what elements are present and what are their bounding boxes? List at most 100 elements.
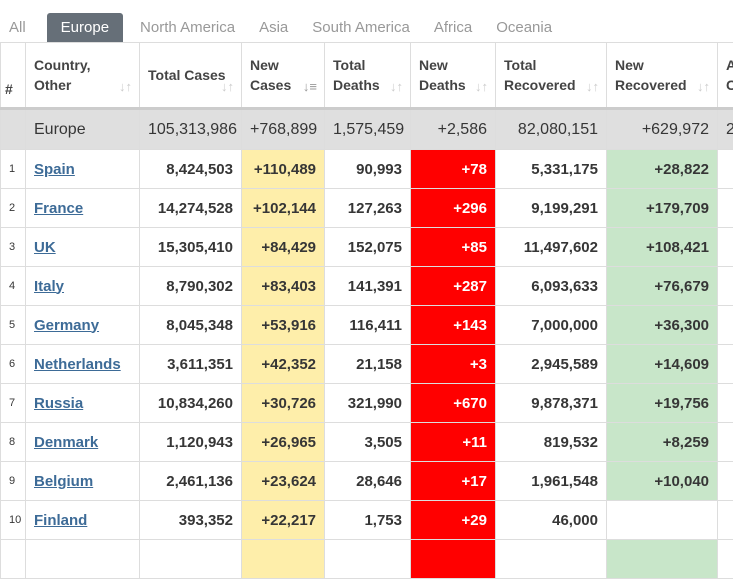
tab-north-america[interactable]: North America (131, 13, 244, 43)
cell-new-deaths: +296 (411, 189, 496, 228)
cell-total-cases: 393,352 (140, 501, 242, 540)
tab-all[interactable]: All (0, 13, 35, 43)
country-link[interactable]: Italy (34, 278, 64, 295)
cell-new-recovered: +108,421 (607, 228, 718, 267)
cell-country: France (26, 189, 140, 228)
cell-active-cases (718, 540, 733, 579)
cell-total-cases: 2,461,136 (140, 462, 242, 501)
country-link[interactable]: Germany (34, 317, 99, 334)
cell-total-deaths: 321,990 (325, 384, 411, 423)
cell-total-deaths: 21,158 (325, 345, 411, 384)
sort-icon[interactable]: ↓↑ (390, 77, 403, 97)
sort-icon[interactable]: ↓≡ (303, 77, 317, 97)
cell-country: Denmark (26, 423, 140, 462)
cell-active-cases (718, 228, 733, 267)
table-row: 5Germany8,045,348+53,916116,411+1437,000… (1, 306, 733, 345)
country-link[interactable]: Denmark (34, 434, 98, 451)
cell-new-recovered: +19,756 (607, 384, 718, 423)
header-active-cases[interactable]: Active Cases (718, 43, 733, 109)
cell-new-cases (242, 540, 325, 579)
table-row: 4Italy8,790,302+83,403141,391+2876,093,6… (1, 267, 733, 306)
table-row (1, 540, 733, 579)
cell-new-deaths: +670 (411, 384, 496, 423)
cell-new-deaths: +11 (411, 423, 496, 462)
country-link[interactable]: Netherlands (34, 356, 121, 373)
sort-icon[interactable]: ↓↑ (119, 77, 132, 97)
cell-total-deaths: 1,753 (325, 501, 411, 540)
covid-table: # Country, Other↓↑Total Cases↓↑New Cases↓… (0, 42, 733, 579)
cell-active-cases (718, 189, 733, 228)
cell-total-cases: 8,790,302 (140, 267, 242, 306)
cell-total-deaths: 116,411 (325, 306, 411, 345)
cell-rank: 4 (1, 267, 26, 306)
cell-total-cases: 8,045,348 (140, 306, 242, 345)
cell-total-recovered: 2,945,589 (496, 345, 607, 384)
tab-asia[interactable]: Asia (250, 13, 297, 43)
cell-total-recovered: 46,000 (496, 501, 607, 540)
cell-new-deaths: +78 (411, 150, 496, 189)
header-new-recovered[interactable]: New Recovered↓↑ (607, 43, 718, 109)
header-new-deaths[interactable]: New Deaths ↓↑ (411, 43, 496, 109)
cell-new-cases: +26,965 (242, 423, 325, 462)
table-row: 9Belgium2,461,136+23,62428,646+171,961,5… (1, 462, 733, 501)
cell-total-recovered: 5,331,175 (496, 150, 607, 189)
sort-icon[interactable]: ↓↑ (586, 77, 599, 97)
cell-country: Belgium (26, 462, 140, 501)
total-new-recovered: +629,972 (607, 109, 718, 150)
cell-total-recovered: 9,878,371 (496, 384, 607, 423)
country-link[interactable]: Russia (34, 395, 83, 412)
cell-new-deaths: +85 (411, 228, 496, 267)
country-link[interactable]: UK (34, 239, 56, 256)
tab-europe[interactable]: Europe (47, 13, 123, 43)
cell-active-cases (718, 384, 733, 423)
header-new-cases[interactable]: New Cases↓≡ (242, 43, 325, 109)
tab-oceania[interactable]: Oceania (487, 13, 561, 43)
sort-icon[interactable]: ↓↑ (221, 77, 234, 97)
cell-active-cases (718, 267, 733, 306)
header-total-deaths[interactable]: Total Deaths↓↑ (325, 43, 411, 109)
cell-country (26, 540, 140, 579)
cell-total-cases: 8,424,503 (140, 150, 242, 189)
cell-new-recovered: +8,259 (607, 423, 718, 462)
header-label: Active Cases (726, 57, 733, 93)
cell-total-recovered: 6,093,633 (496, 267, 607, 306)
table-row: 8Denmark1,120,943+26,9653,505+11819,532+… (1, 423, 733, 462)
header-country-other[interactable]: Country, Other↓↑ (26, 43, 140, 109)
cell-new-recovered: +179,709 (607, 189, 718, 228)
header-total-cases[interactable]: Total Cases↓↑ (140, 43, 242, 109)
table-row: 2France14,274,528+102,144127,263+2969,19… (1, 189, 733, 228)
table-row: 6Netherlands3,611,351+42,35221,158+32,94… (1, 345, 733, 384)
country-link[interactable]: France (34, 200, 83, 217)
cell-active-cases (718, 462, 733, 501)
cell-new-deaths: +17 (411, 462, 496, 501)
cell-new-recovered: +10,040 (607, 462, 718, 501)
country-link[interactable]: Belgium (34, 473, 93, 490)
country-link[interactable]: Spain (34, 161, 75, 178)
cell-active-cases (718, 345, 733, 384)
table-row: 1Spain8,424,503+110,48990,993+785,331,17… (1, 150, 733, 189)
table-row: 3UK15,305,410+84,429152,075+8511,497,602… (1, 228, 733, 267)
total-country: Europe (26, 109, 140, 150)
cell-country: Netherlands (26, 345, 140, 384)
sort-icon[interactable]: ↓↑ (475, 77, 488, 97)
cell-country: Italy (26, 267, 140, 306)
tab-south-america[interactable]: South America (303, 13, 419, 43)
tab-africa[interactable]: Africa (425, 13, 481, 43)
cell-new-deaths: +3 (411, 345, 496, 384)
cell-rank: 3 (1, 228, 26, 267)
table-row: 10Finland393,352+22,2171,753+2946,000 (1, 501, 733, 540)
cell-new-deaths: +287 (411, 267, 496, 306)
cell-country: Finland (26, 501, 140, 540)
cell-new-cases: +53,916 (242, 306, 325, 345)
continent-tabs: All Europe North AmericaAsiaSouth AmericaA… (0, 13, 567, 43)
header-label: # (5, 81, 13, 97)
cell-rank: 8 (1, 423, 26, 462)
sort-icon[interactable]: ↓↑ (697, 77, 710, 97)
header-#: # (1, 43, 26, 109)
country-link[interactable]: Finland (34, 512, 87, 529)
header-total-recovered[interactable]: Total Recovered↓↑ (496, 43, 607, 109)
header-label: New Deaths (419, 57, 466, 93)
cell-rank: 10 (1, 501, 26, 540)
cell-new-deaths: +29 (411, 501, 496, 540)
cell-total-deaths: 127,263 (325, 189, 411, 228)
